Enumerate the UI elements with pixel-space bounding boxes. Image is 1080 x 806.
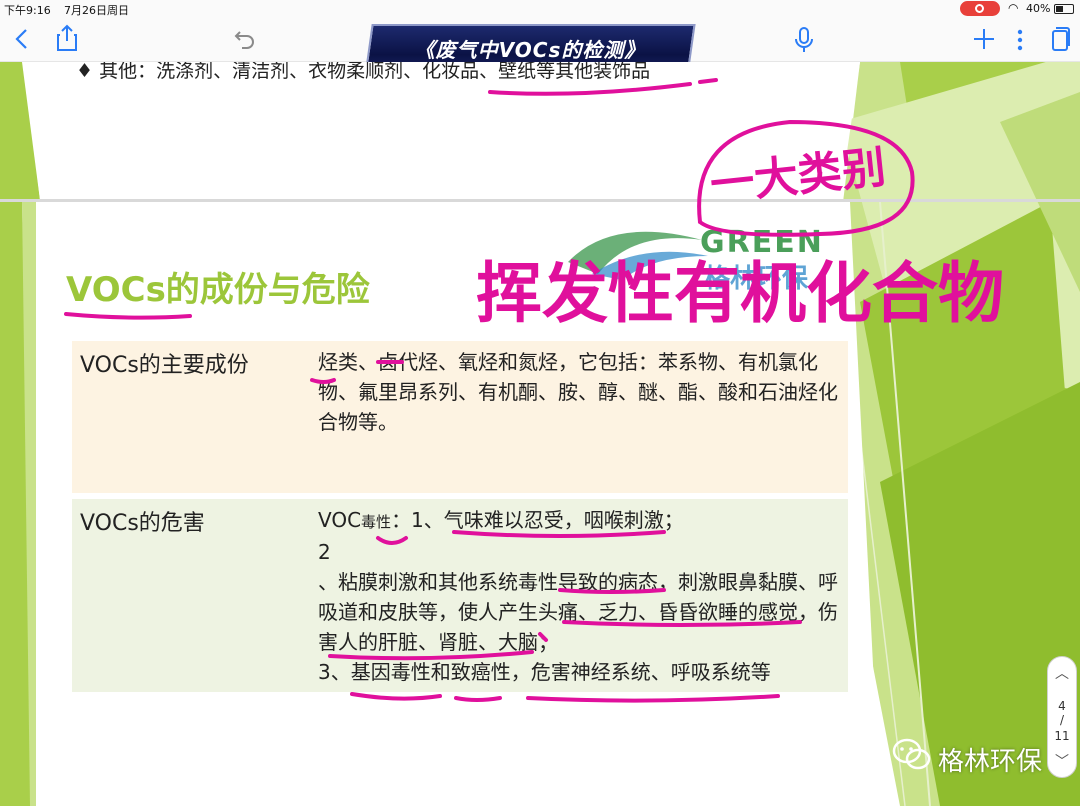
row-label: VOCs的主要成份 [80, 353, 249, 378]
slide-divider [0, 199, 1080, 202]
add-icon[interactable] [972, 27, 996, 56]
hazard-item-2-number: 2 [318, 540, 331, 564]
back-icon[interactable] [14, 28, 30, 55]
hazard-item-1: ：1、气味难以忍受，咽喉刺激； [391, 508, 684, 532]
row-label: VOCs的危害 [80, 511, 205, 536]
slide-area[interactable]: ♦ 其他：洗涤剂、清洁剂、衣物柔顺剂、化妆品、壁纸等其他装饰品 GREEN 格林… [0, 62, 1080, 806]
logo-subtitle: 格林环保 [704, 264, 809, 294]
previous-slide-text: ♦ 其他：洗涤剂、清洁剂、衣物柔顺剂、化妆品、壁纸等其他装饰品 [76, 62, 651, 82]
status-time: 下午9:16 [4, 4, 51, 17]
document-title: 《废气中VOCs的检测》 [414, 38, 646, 62]
hazard-item-3: 3、基因毒性和致癌性，危害神经系统、呼吸系统等 [318, 660, 771, 684]
toxicity-text: 毒性 [361, 513, 392, 531]
row-content: VOC毒性：1、气味难以忍受，咽喉刺激； 2 、粘膜刺激和其他系统毒性导致的病态… [318, 505, 838, 687]
table-row: VOCs的主要成份 烃类、卤代烃、氧烃和氮烃，它包括：苯系物、有机氯化物、氟里昂… [72, 341, 848, 493]
microphone-icon[interactable] [794, 26, 814, 59]
wifi-icon: ◠ [1008, 1, 1019, 15]
table-row: VOCs的危害 VOC毒性：1、气味难以忍受，咽喉刺激； 2 、粘膜刺激和其他系… [72, 499, 848, 692]
battery-percent: 40% [1026, 2, 1051, 15]
wechat-icon [892, 738, 931, 770]
next-page-chevron-down-icon[interactable]: ﹀ [1048, 751, 1076, 771]
undo-icon[interactable] [234, 28, 256, 55]
share-icon[interactable] [56, 24, 78, 57]
previous-page-chevron-up-icon[interactable]: ︿ [1048, 663, 1076, 683]
toolbar: 《废气中VOCs的检测》 [0, 18, 1080, 76]
screen-record-icon[interactable] [960, 1, 1000, 16]
current-page: 4 [1058, 699, 1066, 713]
page-separator: / [1059, 713, 1065, 727]
total-pages: 11 [1054, 729, 1070, 743]
logo-brand: GREEN [700, 225, 824, 260]
page-navigator: ︿ 4 / 11 ﹀ [1047, 656, 1077, 778]
row-content: 烃类、卤代烃、氧烃和氮烃，它包括：苯系物、有机氯化物、氟里昂系列、有机酮、胺、醇… [318, 350, 838, 434]
status-bar: 下午9:16 7月26日周日 ◠ 40% [0, 0, 1080, 18]
pages-icon[interactable] [1050, 26, 1070, 57]
battery-icon [1054, 4, 1074, 14]
voc-text: VOC [318, 508, 362, 532]
hazard-item-2: 、粘膜刺激和其他系统毒性导致的病态，刺激眼鼻黏膜、呼吸道和皮肤等，使人产生头痛、… [318, 570, 838, 654]
status-date: 7月26日周日 [64, 4, 129, 17]
more-icon[interactable] [1016, 28, 1024, 57]
green-logo-swoosh-icon [568, 231, 708, 280]
watermark-text: 格林环保 [938, 747, 1043, 777]
slide-heading: VOCs的成份与危险 [66, 270, 370, 310]
